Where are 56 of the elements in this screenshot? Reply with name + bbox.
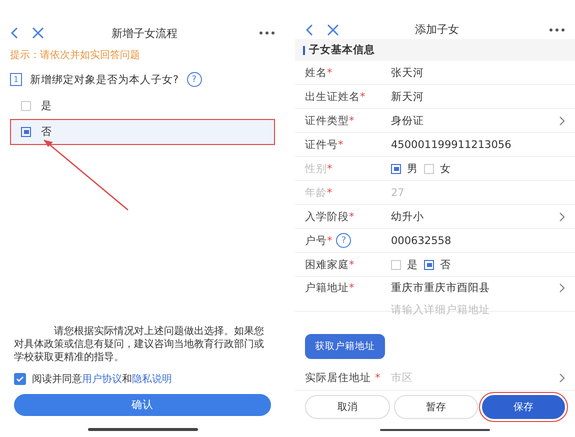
back-icon[interactable] (10, 27, 20, 39)
close-icon[interactable] (32, 27, 44, 39)
field-value: 27 (391, 186, 406, 199)
field-label: 户籍地址* (305, 281, 354, 296)
option-label: 女 (440, 162, 451, 176)
field-label: 实际居住地址 * (305, 371, 382, 386)
field-label: 入学阶段* (305, 210, 354, 224)
field-label: 年龄* (305, 186, 332, 200)
more-icon[interactable] (549, 28, 565, 32)
field-label: 出生证姓名* (305, 90, 366, 104)
agree-text: 阅读并同意用户协议和隐私说明 (32, 372, 172, 386)
page-title: 新增子女流程 (110, 26, 178, 40)
field-label: 姓名* (305, 66, 332, 80)
save-button[interactable]: 保存 (482, 394, 566, 419)
agree-checkbox[interactable] (14, 373, 26, 385)
field-value: 新天河 (391, 90, 425, 104)
back-icon[interactable] (305, 24, 315, 36)
confirm-button[interactable]: 确认 (14, 394, 271, 416)
chevron-right-icon (559, 116, 565, 126)
select-value[interactable]: 幼升小 (391, 210, 555, 224)
select-value[interactable]: 身份证 (391, 114, 555, 128)
field-value[interactable]: 重庆市重庆市酉阳县 (391, 281, 555, 296)
radio-box[interactable] (391, 260, 401, 270)
field-label: 性别* (305, 162, 332, 176)
field-label: 户号* (305, 234, 332, 248)
help-icon[interactable]: ? (186, 72, 202, 87)
radio-box[interactable] (424, 260, 434, 270)
more-icon[interactable] (259, 31, 275, 35)
field-value[interactable]: 000632558 (391, 234, 565, 247)
chevron-right-icon (559, 283, 565, 294)
action-button[interactable]: 取消 (305, 394, 390, 419)
field-label: 证件号* (305, 138, 344, 152)
option-label: 是 (407, 258, 418, 272)
field-label: 困难家庭* (305, 258, 354, 272)
privacy-link[interactable]: 隐私说明 (132, 374, 172, 385)
close-icon[interactable] (327, 24, 339, 36)
user-agreement-link[interactable]: 用户协议 (82, 374, 122, 385)
section-header: 子女基本信息 (295, 39, 575, 62)
question-number: 1 (10, 73, 22, 86)
answer-option[interactable]: 是 (10, 93, 275, 119)
chevron-right-icon (559, 373, 565, 384)
help-icon[interactable]: ? (336, 233, 352, 248)
answer-option[interactable]: 否 (10, 119, 275, 145)
field-value: 张天河 (391, 66, 425, 80)
option-label: 否 (440, 258, 451, 272)
page-title: 添加子女 (414, 22, 460, 37)
notice-text: 请您根据实际情况对上述问题做出选择。如果您对具体政策或信息有疑问，建议咨询当地教育行政部门或学校获取更精准的指导。 (13, 325, 265, 364)
field-label: 证件类型* (305, 114, 354, 128)
action-button[interactable]: 暂存 (394, 394, 478, 419)
fetch-address-button[interactable]: 获取户籍地址 (305, 334, 385, 359)
field-value: 450001199911213056 (391, 138, 512, 151)
question-text: 新增绑定对象是否为本人子女? (30, 72, 179, 86)
hint-text: 提示：请依次并如实回答问题 (9, 48, 141, 63)
option-label: 男 (407, 162, 418, 176)
chevron-right-icon (559, 212, 565, 222)
checkmark-icon (16, 376, 24, 382)
